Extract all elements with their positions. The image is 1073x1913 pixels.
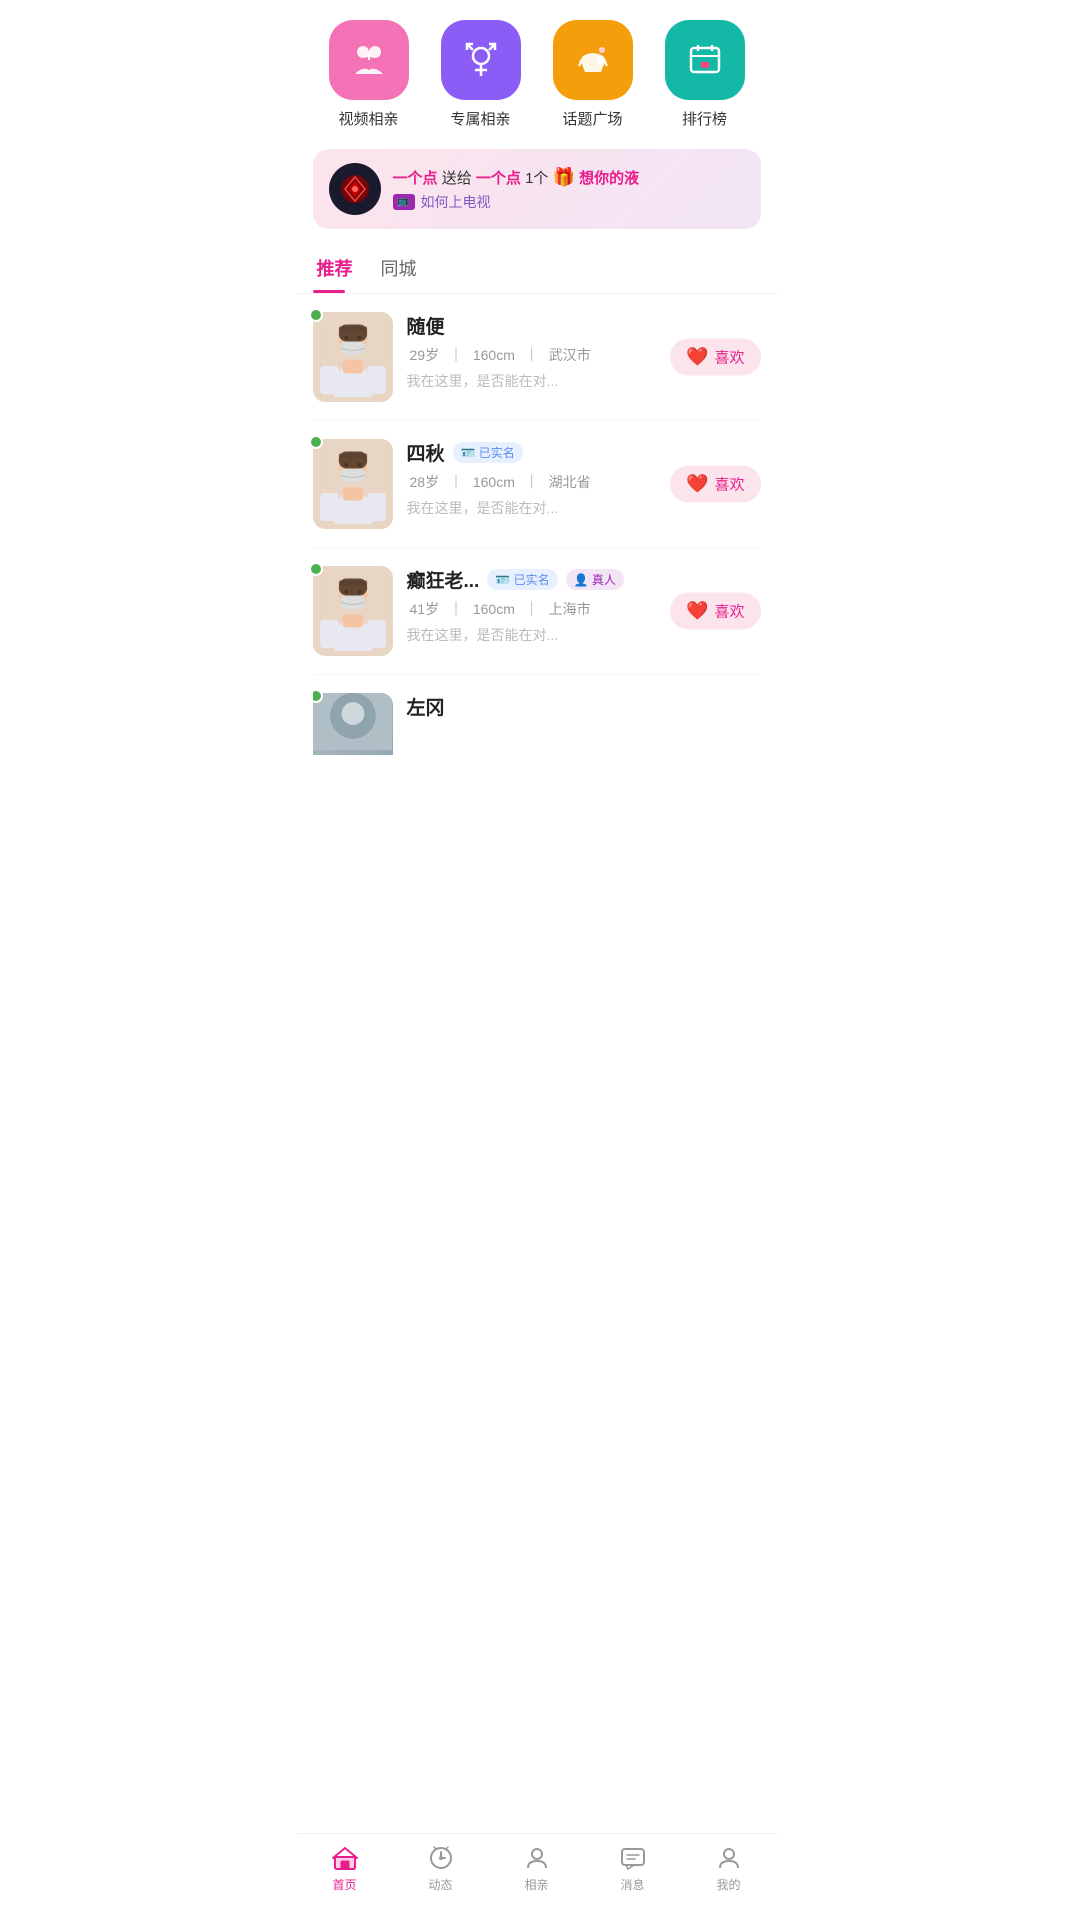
- badge-verified: 🪪 已实名: [453, 442, 523, 463]
- like-label-3: 喜欢: [714, 601, 744, 622]
- tab-nearby[interactable]: 同城: [377, 245, 421, 293]
- user-age: 41岁: [410, 601, 440, 617]
- user-avatar-2: [313, 439, 393, 529]
- banner-tv-text: 如何上电视: [421, 192, 491, 212]
- like-label-2: 喜欢: [714, 474, 744, 495]
- bottom-nav: 首页 动态 相亲 消息 我的: [297, 1833, 777, 1913]
- user-name-row-2: 四秋 🪪 已实名: [407, 439, 761, 466]
- nav-item-home[interactable]: 首页: [331, 1844, 359, 1893]
- nav-label-dynamic: 动态: [428, 1876, 452, 1893]
- nav-icon-blind-date: [523, 1844, 551, 1872]
- user-height: 160cm: [473, 347, 515, 363]
- online-indicator-3: [309, 562, 323, 576]
- like-button-2[interactable]: ❤️ 喜欢: [670, 466, 760, 503]
- category-row: 视频相亲 专属相亲 话题广场 排行榜: [297, 0, 777, 139]
- nav-label-mine: 我的: [716, 1876, 740, 1893]
- badge-real: 👤 真人: [566, 569, 624, 590]
- user-age: 28岁: [410, 474, 440, 490]
- banner-avatar: [329, 163, 381, 215]
- banner-text: 一个点 送给 一个点 1个 🎁 想你的液 📺 如何上电视: [393, 167, 745, 212]
- user-city: 上海市: [549, 601, 591, 617]
- category-icon-exclusive-blind-date: [441, 20, 521, 100]
- nav-item-blind-date[interactable]: 相亲: [523, 1844, 551, 1893]
- user-name-row: 左冈: [407, 693, 761, 720]
- user-avatar-wrap-4: [313, 693, 393, 755]
- nav-icon-dynamic: [427, 1844, 455, 1872]
- heart-icon-2: ❤️: [686, 474, 708, 495]
- user-name-row-1: 随便: [407, 312, 761, 339]
- user-item-partial[interactable]: 左冈: [313, 675, 761, 755]
- category-icon-video-blind-date: [329, 20, 409, 100]
- banner[interactable]: 一个点 送给 一个点 1个 🎁 想你的液 📺 如何上电视: [313, 149, 761, 229]
- user-height: 160cm: [473, 474, 515, 490]
- badge-verified: 🪪 已实名: [487, 569, 557, 590]
- user-city: 武汉市: [549, 347, 591, 363]
- tab-recommend[interactable]: 推荐: [313, 245, 357, 293]
- user-name-3: 癫狂老...: [407, 566, 480, 593]
- category-item-ranking[interactable]: 排行榜: [665, 20, 745, 129]
- nav-icon-home: [331, 1844, 359, 1872]
- user-height: 160cm: [473, 601, 515, 617]
- category-label-video-blind-date: 视频相亲: [338, 108, 398, 129]
- user-item-2[interactable]: 四秋 🪪 已实名 28岁 ｜ 160cm ｜ 湖北省 我在这里，是否能在对...…: [313, 421, 761, 548]
- category-item-topic-square[interactable]: 话题广场: [553, 20, 633, 129]
- user-name: 左冈: [407, 693, 445, 720]
- online-indicator-2: [309, 435, 323, 449]
- category-icon-topic-square: [553, 20, 633, 100]
- online-indicator: [313, 689, 323, 703]
- user-avatar-wrap-2: [313, 439, 393, 529]
- nav-label-home: 首页: [332, 1876, 356, 1893]
- user-name-row-3: 癫狂老... 🪪 已实名 👤 真人: [407, 566, 761, 593]
- nav-icon-messages: [619, 1844, 647, 1872]
- user-name-1: 随便: [407, 312, 445, 339]
- user-item-1[interactable]: 随便 29岁 ｜ 160cm ｜ 武汉市 我在这里，是否能在对... ❤️ 喜欢: [313, 294, 761, 421]
- user-avatar-1: [313, 312, 393, 402]
- nav-item-mine[interactable]: 我的: [715, 1844, 743, 1893]
- user-avatar-wrap-3: [313, 566, 393, 656]
- banner-count: 1个: [525, 170, 548, 187]
- banner-sender: 一个点: [393, 170, 438, 187]
- user-avatar-partial: [313, 693, 393, 755]
- category-label-exclusive-blind-date: 专属相亲: [450, 108, 510, 129]
- nav-item-messages[interactable]: 消息: [619, 1844, 647, 1893]
- category-icon-ranking: [665, 20, 745, 100]
- user-name-2: 四秋: [407, 439, 445, 466]
- user-list: 随便 29岁 ｜ 160cm ｜ 武汉市 我在这里，是否能在对... ❤️ 喜欢: [297, 294, 777, 755]
- online-indicator-1: [309, 308, 323, 322]
- nav-label-blind-date: 相亲: [524, 1876, 548, 1893]
- category-item-video-blind-date[interactable]: 视频相亲: [329, 20, 409, 129]
- user-city: 湖北省: [549, 474, 591, 490]
- heart-icon-3: ❤️: [686, 601, 708, 622]
- nav-icon-mine: [715, 1844, 743, 1872]
- user-info-4: 左冈: [407, 693, 761, 726]
- banner-line2[interactable]: 📺 如何上电视: [393, 192, 745, 212]
- nav-label-messages: 消息: [620, 1876, 644, 1893]
- user-age: 29岁: [410, 347, 440, 363]
- category-label-ranking: 排行榜: [682, 108, 727, 129]
- banner-receiver: 一个点: [476, 170, 521, 187]
- like-label-1: 喜欢: [714, 347, 744, 368]
- banner-line1: 一个点 送给 一个点 1个 🎁 想你的液: [393, 167, 745, 188]
- banner-gift: 想你的液: [579, 170, 639, 187]
- category-item-exclusive-blind-date[interactable]: 专属相亲: [441, 20, 521, 129]
- tabs: 推荐 同城: [297, 245, 777, 294]
- user-avatar-wrap-1: [313, 312, 393, 402]
- category-label-topic-square: 话题广场: [562, 108, 622, 129]
- nav-item-dynamic[interactable]: 动态: [427, 1844, 455, 1893]
- banner-action: 送给: [442, 170, 472, 187]
- user-item-3[interactable]: 癫狂老... 🪪 已实名👤 真人 41岁 ｜ 160cm ｜ 上海市 我在这里，…: [313, 548, 761, 675]
- user-avatar-3: [313, 566, 393, 656]
- heart-icon-1: ❤️: [686, 347, 708, 368]
- like-button-3[interactable]: ❤️ 喜欢: [670, 593, 760, 630]
- like-button-1[interactable]: ❤️ 喜欢: [670, 339, 760, 376]
